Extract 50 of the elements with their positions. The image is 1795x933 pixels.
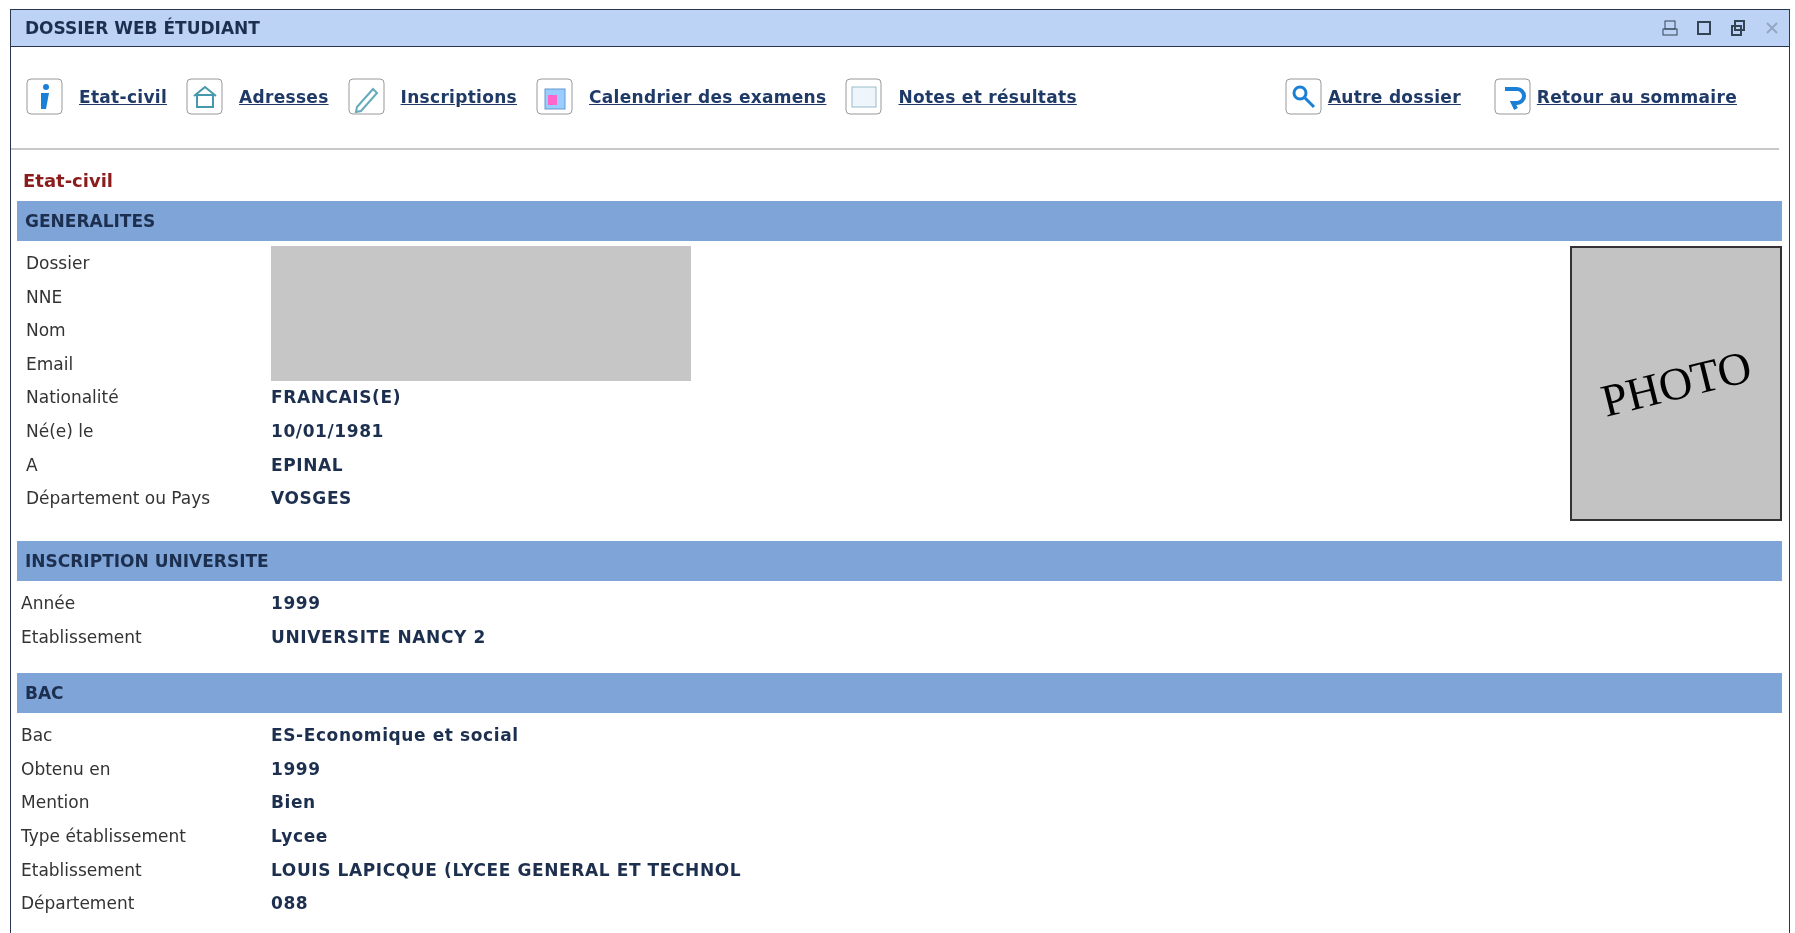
field-label: NNE	[26, 286, 64, 307]
window-title: DOSSIER WEB ÉTUDIANT	[25, 17, 260, 38]
field-value: 1999	[271, 593, 322, 614]
field-value: LOUIS LAPICQUE (LYCEE GENERAL ET TECHNOL	[271, 859, 743, 880]
section-header: BAC	[17, 673, 1782, 714]
nav-link[interactable]: Etat-civil	[25, 77, 168, 118]
field-label: Obtenu en	[21, 758, 112, 779]
pen-icon	[346, 77, 387, 118]
field-label: Type établissement	[21, 826, 187, 846]
field-label: Email	[26, 353, 75, 374]
field-label: Nationalité	[26, 387, 120, 408]
restore-icon	[1729, 18, 1747, 37]
nav-link[interactable]: Adresses	[185, 77, 329, 118]
field-value: FRANCAIS(E)	[271, 387, 403, 408]
nav-link[interactable]: Retour au sommaire	[1492, 77, 1737, 118]
info-icon	[25, 77, 65, 118]
section-header: INSCRIPTION UNIVERSITE	[17, 541, 1782, 582]
field-value: 10/01/1981	[271, 421, 386, 441]
field-label: Département ou Pays	[26, 488, 212, 509]
field-label: Mention	[21, 792, 91, 813]
print-icon	[1661, 18, 1679, 37]
maximize-icon	[1695, 18, 1713, 37]
field-label: Né(e) le	[26, 421, 95, 441]
field-value: 1999	[271, 758, 322, 779]
nav-link[interactable]: Autre dossier	[1283, 77, 1461, 118]
field-value: 088	[271, 893, 310, 914]
search-icon	[1283, 77, 1324, 118]
field-label: Bac	[21, 725, 54, 746]
field-label: Dossier	[26, 253, 91, 274]
photo-label: PHOTO	[1595, 339, 1757, 428]
field-label: Etablissement	[21, 626, 143, 647]
house-icon	[185, 77, 226, 118]
field-value: VOSGES	[271, 488, 353, 509]
field-label: Département	[21, 893, 136, 914]
nav-link[interactable]: Inscriptions	[346, 77, 518, 118]
field-label: Nom	[26, 320, 67, 341]
page-heading: Etat-civil	[22, 169, 115, 194]
field-label: Année	[21, 593, 77, 614]
field-label: A	[26, 454, 39, 475]
section-header: GENERALITES	[17, 201, 1782, 242]
nav-link[interactable]: Calendrier des examens	[535, 77, 827, 118]
calendar-icon	[535, 77, 576, 118]
field-label: Etablissement	[21, 859, 143, 880]
field-value: UNIVERSITE NANCY 2	[271, 626, 487, 647]
field-value: ES-Economique et social	[271, 725, 520, 746]
nav-link[interactable]: Notes et résultats	[844, 77, 1077, 118]
field-value: EPINAL	[271, 454, 345, 475]
folder-icon	[844, 77, 885, 118]
field-value: Bien	[271, 792, 317, 813]
field-value: Lycee	[271, 826, 329, 846]
